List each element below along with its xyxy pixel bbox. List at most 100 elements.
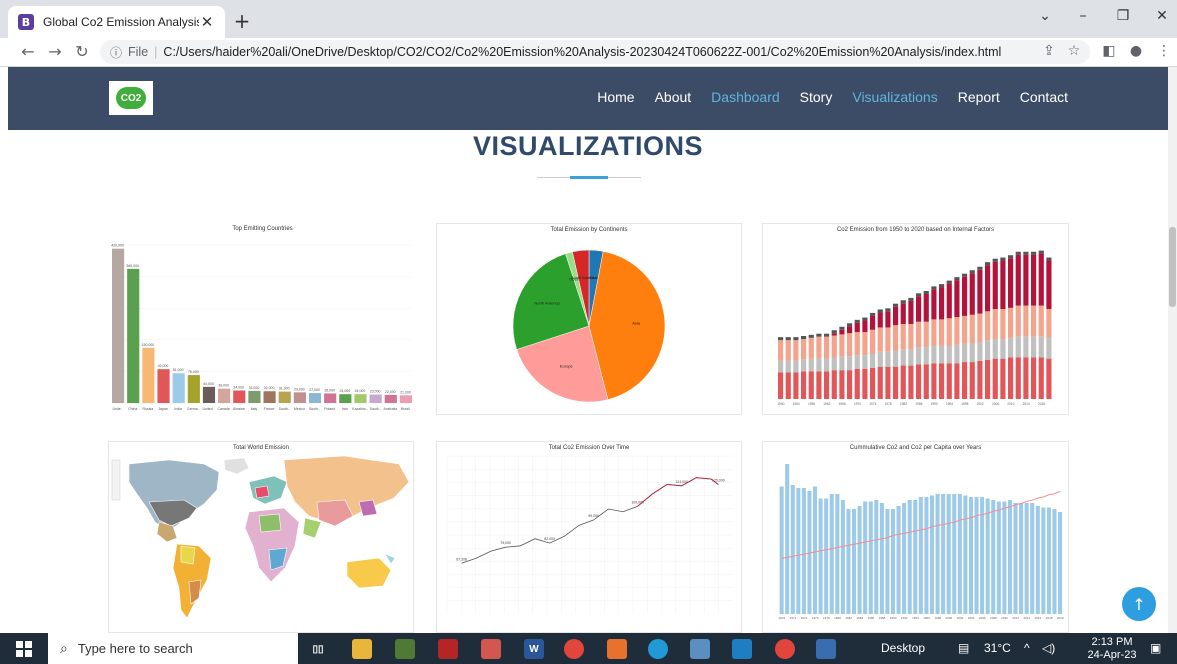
- desktop-label[interactable]: Desktop: [881, 641, 925, 655]
- stacked-bar-segment: [1038, 336, 1044, 358]
- chart-emission-by-continents[interactable]: Total Emission by Continents Africa Asia E…: [436, 223, 742, 415]
- app-icon[interactable]: [481, 639, 501, 659]
- profile-icon[interactable]: ●: [1126, 43, 1146, 59]
- new-tab-icon[interactable]: +: [232, 9, 252, 33]
- chart-top-emitting-countries[interactable]: Top Emitting Countries 420,000 Unite.. 365…: [108, 223, 417, 415]
- close-tab-icon[interactable]: ✕: [199, 13, 215, 31]
- taskbar-search-box[interactable]: ⌕ Type here to search: [48, 633, 298, 664]
- bar: [790, 485, 795, 614]
- weather-icon[interactable]: ▤: [958, 641, 969, 655]
- tick-label: 1962: [823, 402, 830, 406]
- bar: [885, 509, 890, 614]
- scroll-to-top-button[interactable]: ↑: [1122, 587, 1156, 621]
- chart-emission-over-time[interactable]: Total Co2 Emission Over Time 67,208 79,00…: [436, 441, 742, 633]
- file-explorer-icon[interactable]: [352, 639, 372, 659]
- bar: [1035, 506, 1040, 614]
- bar: [874, 500, 879, 614]
- restore-icon[interactable]: ❐: [1108, 8, 1138, 24]
- sidepanel-icon[interactable]: ◧: [1099, 43, 1119, 59]
- star-icon[interactable]: ☆: [1064, 43, 1084, 59]
- tick-label: 1988: [879, 616, 886, 620]
- data-label: 27,000: [309, 388, 320, 392]
- bar-cap: [908, 297, 914, 301]
- bar-cap: [839, 326, 845, 330]
- nav-link-dashboard[interactable]: Dashboard: [711, 89, 780, 105]
- tick-label: 2018: [1038, 402, 1045, 406]
- nav-link-contact[interactable]: Contact: [1020, 89, 1068, 105]
- stacked-bar-chart-svg: 1950 1954 1958 1962 1966 1970 1974 1978 1982 1986…: [777, 250, 1052, 406]
- address-bar: ← → ↻ ⓘ File | C:/Users/haider%20ali/One…: [0, 38, 1177, 67]
- page-scrollbar[interactable]: [1168, 67, 1177, 633]
- app-icon[interactable]: [438, 639, 458, 659]
- app-icon[interactable]: [395, 639, 415, 659]
- reload-icon[interactable]: ↻: [72, 42, 92, 61]
- vscode-icon[interactable]: [732, 639, 752, 659]
- bar: [1041, 507, 1046, 614]
- taskbar-clock[interactable]: 2:13 PM 24-Apr-23: [1087, 636, 1137, 662]
- chart-world-map[interactable]: Total World Emission: [108, 441, 414, 633]
- chevron-down-icon[interactable]: ⌄: [1030, 8, 1060, 24]
- task-view-icon[interactable]: ▯▯: [308, 639, 328, 659]
- app-icon[interactable]: [607, 639, 627, 659]
- stacked-bar-segment: [1031, 305, 1037, 337]
- stacked-bar-segment: [877, 351, 883, 367]
- chrome-icon[interactable]: [564, 639, 584, 659]
- stacked-bar-segment: [831, 335, 837, 358]
- windows-start-icon[interactable]: [16, 641, 32, 657]
- bar: [824, 498, 829, 614]
- bar-cap: [870, 312, 876, 316]
- close-window-icon[interactable]: ✕: [1147, 8, 1177, 24]
- stacked-bar-segment: [870, 315, 876, 330]
- stacked-bar-segment: [1015, 357, 1021, 399]
- edge-icon[interactable]: [648, 639, 668, 659]
- info-icon[interactable]: ⓘ: [110, 44, 122, 61]
- app-icon[interactable]: [816, 639, 836, 659]
- volume-icon[interactable]: ◁): [1042, 641, 1055, 655]
- bar: [187, 375, 200, 403]
- chart-internal-factors[interactable]: Co2 Emission from 1950 to 2020 based on …: [762, 223, 1069, 415]
- app-icon[interactable]: [690, 639, 710, 659]
- browser-tab[interactable]: B Global Co2 Emission Analysis ✕: [8, 6, 225, 38]
- stacked-bar-segment: [1000, 309, 1006, 339]
- stacked-bar-segment: [885, 327, 891, 352]
- site-logo[interactable]: CO2: [109, 81, 153, 115]
- url-separator: |: [154, 45, 158, 59]
- tray-chevron-up-icon[interactable]: ^: [1024, 641, 1030, 655]
- bar: [963, 495, 968, 614]
- nav-link-report[interactable]: Report: [958, 89, 1000, 105]
- tick-label: 2006: [992, 402, 999, 406]
- forward-icon[interactable]: →: [45, 42, 65, 61]
- stacked-bar-segment: [893, 350, 899, 367]
- stacked-bar-segment: [931, 363, 937, 399]
- stacked-bar-segment: [847, 356, 853, 371]
- back-icon[interactable]: ←: [18, 42, 38, 61]
- notifications-icon[interactable]: ▣: [1150, 641, 1161, 655]
- bar-cap: [969, 270, 975, 274]
- stacked-bar-segment: [808, 371, 814, 399]
- weather-temp[interactable]: 31°C: [984, 641, 1011, 655]
- bar: [785, 464, 790, 614]
- stacked-bar-segment: [870, 354, 876, 368]
- bar-cap: [977, 266, 983, 270]
- nav-link-home[interactable]: Home: [597, 89, 634, 105]
- scrollbar-thumb[interactable]: [1169, 227, 1176, 307]
- bootstrap-favicon-icon: B: [18, 14, 34, 30]
- chrome-icon[interactable]: [775, 639, 795, 659]
- stacked-bar-segment: [1031, 336, 1037, 358]
- tick-label: 1950: [777, 402, 784, 406]
- nav-link-visualizations[interactable]: Visualizations: [852, 89, 937, 105]
- word-icon[interactable]: W: [524, 639, 544, 659]
- tab-title: Global Co2 Emission Analysis: [43, 15, 199, 29]
- chart-cumulative[interactable]: Cummulative Co2 and Co2 per Capita over …: [762, 441, 1069, 633]
- tick-label: 1996: [923, 616, 930, 620]
- nav-link-about[interactable]: About: [655, 89, 692, 105]
- url-field[interactable]: ⓘ File | C:/Users/haider%20ali/OneDrive/…: [100, 40, 1090, 64]
- stacked-bar-segment: [946, 363, 952, 399]
- menu-icon[interactable]: ⋮: [1154, 43, 1174, 59]
- stacked-bar-segment: [969, 343, 975, 363]
- minimize-icon[interactable]: –: [1068, 8, 1098, 24]
- stacked-bar-segment: [954, 344, 960, 364]
- share-icon[interactable]: ⇪: [1039, 43, 1059, 59]
- data-label: 67,208: [456, 557, 467, 561]
- nav-link-story[interactable]: Story: [800, 89, 833, 105]
